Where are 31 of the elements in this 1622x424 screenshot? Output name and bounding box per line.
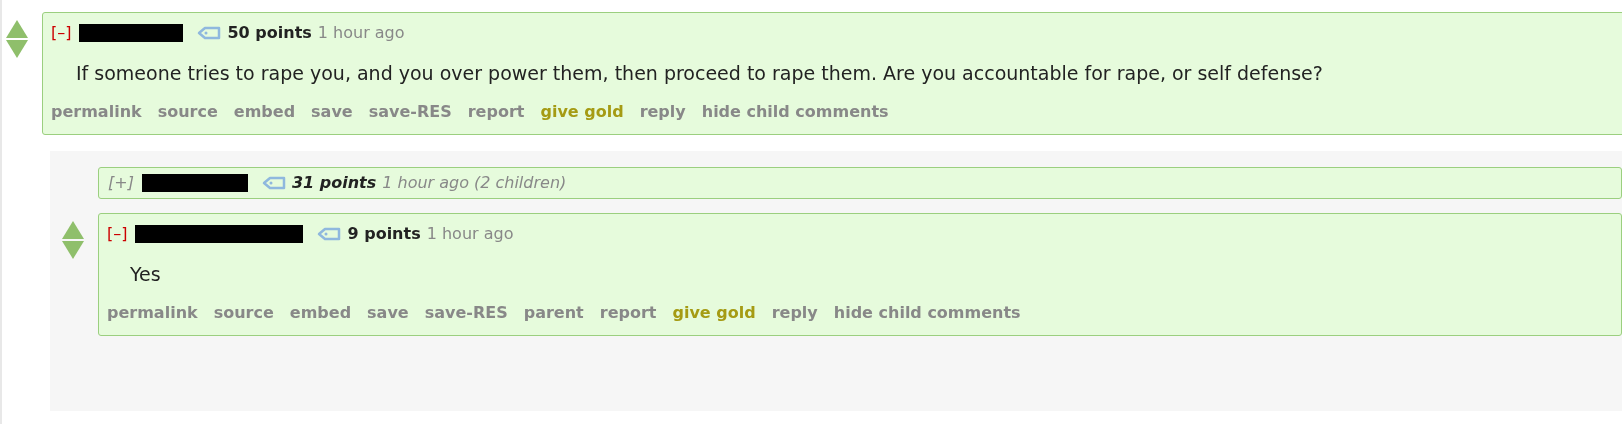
action-link[interactable]: reply [639, 100, 686, 124]
action-link[interactable]: hide child comments [833, 301, 1021, 325]
action-link[interactable]: hide child comments [701, 100, 889, 124]
action-link[interactable]: embed [289, 301, 352, 325]
action-link[interactable]: save [311, 100, 353, 124]
collapse-toggle[interactable]: [–] [107, 222, 128, 246]
children-count: (2 children) [473, 172, 567, 194]
action-link[interactable]: source [213, 301, 274, 325]
action-link[interactable]: source [157, 100, 218, 124]
action-link[interactable]: save [367, 301, 409, 325]
collapse-toggle[interactable]: [+] [108, 171, 134, 195]
timestamp: 1 hour ago [426, 223, 514, 245]
action-link[interactable]: permalink [107, 301, 198, 325]
action-link[interactable]: report [467, 100, 525, 124]
timestamp: 1 hour ago [317, 22, 405, 44]
action-link[interactable]: embed [233, 100, 296, 124]
action-link[interactable]: save-RES [368, 100, 452, 124]
score-text: 9 points [347, 223, 421, 245]
comment-text: If someone tries to rape you, and you over power them, then proceed to rape them. Are you accountable for rape, or self defense? [75, 61, 1324, 86]
action-link[interactable]: save-RES [424, 301, 508, 325]
action-link[interactable]: give gold [540, 100, 624, 124]
action-link[interactable]: parent [523, 301, 584, 325]
action-link[interactable]: give gold [672, 301, 756, 325]
comment-text: Yes [129, 262, 162, 287]
collapse-toggle[interactable]: [–] [51, 21, 72, 45]
action-link[interactable]: reply [771, 301, 818, 325]
score-text: 31 points [291, 172, 377, 194]
action-link[interactable]: permalink [51, 100, 142, 124]
action-link[interactable]: report [599, 301, 657, 325]
timestamp: 1 hour ago [382, 172, 469, 194]
score-text: 50 points [227, 22, 312, 44]
